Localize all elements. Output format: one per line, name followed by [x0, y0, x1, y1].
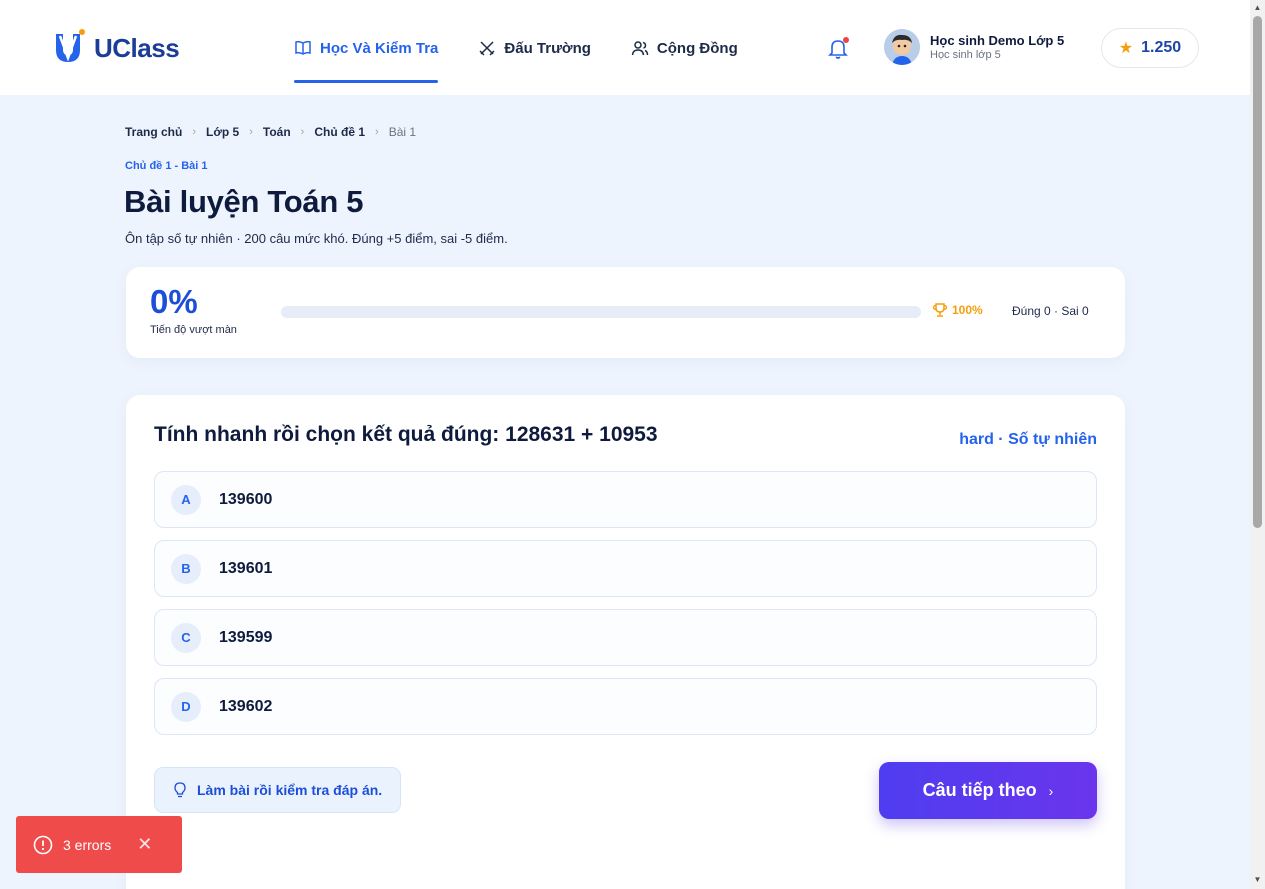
points-badge[interactable]: ★ 1.250	[1101, 28, 1199, 68]
option-value: 139599	[219, 628, 273, 646]
user-role: Học sinh lớp 5	[930, 49, 1001, 61]
star-icon: ★	[1118, 40, 1134, 57]
breadcrumb-item-home[interactable]: Trang chủ	[125, 125, 182, 139]
uclass-logo[interactable]: UClass	[52, 28, 180, 68]
option-value: 139601	[219, 559, 273, 577]
notification-bell-icon[interactable]	[828, 36, 850, 60]
uclass-logo-icon	[56, 29, 85, 62]
progress-bar	[281, 306, 921, 318]
lesson-kicker: Chủ đề 1 - Bài 1	[125, 160, 208, 172]
goal-value: 100%	[952, 303, 983, 317]
scroll-down-arrow-icon[interactable]: ▼	[1253, 875, 1262, 884]
avatar	[884, 29, 920, 65]
progress-card: 0% Tiến độ vượt màn 100% Đúng 0 · Sai 0	[126, 267, 1125, 358]
breadcrumb-item-grade[interactable]: Lớp 5	[206, 125, 239, 139]
answer-option-b[interactable]: B 139601	[154, 540, 1097, 597]
hint-box: Làm bài rồi kiểm tra đáp án.	[154, 767, 402, 813]
question-text: Tính nhanh rồi chọn kết quả đúng: 128631…	[154, 423, 658, 446]
option-letter: D	[171, 691, 201, 722]
option-letter: C	[171, 622, 201, 653]
book-icon	[295, 40, 311, 55]
option-value: 139600	[219, 490, 273, 508]
trophy-icon	[932, 303, 948, 317]
chevron-right-icon: ›	[249, 126, 253, 138]
nav-community[interactable]: Cộng Đồng	[631, 36, 738, 60]
question-meta: hard · Số tự nhiên	[959, 431, 1097, 448]
top-navigation-bar: UClass Học Và Kiểm Tra Đấu Trường Cộng Đ…	[0, 0, 1250, 95]
option-value: 139602	[219, 697, 273, 715]
points-value: 1.250	[1141, 39, 1182, 56]
logo-text: UClass	[94, 32, 180, 63]
goal-indicator: 100%	[932, 302, 983, 318]
progress-label: Tiến độ vượt màn	[150, 324, 237, 336]
breadcrumb-item-topic[interactable]: Chủ đề 1	[314, 125, 365, 139]
page-subtitle: Ôn tập số tự nhiên · 200 câu mức khó. Đú…	[125, 231, 508, 246]
chevron-right-icon: ›	[300, 126, 305, 138]
user-name: Học sinh Demo Lớp 5	[930, 33, 1065, 48]
next-question-button[interactable]: Câu tiếp theo ›	[879, 762, 1097, 819]
option-letter: B	[171, 553, 201, 584]
nav-arena[interactable]: Đấu Trường	[478, 36, 591, 60]
next-question-label: Câu tiếp theo	[922, 780, 1037, 800]
users-icon	[631, 41, 649, 56]
main-nav: Học Và Kiểm Tra Đấu Trường Cộng Đồng	[294, 36, 778, 83]
error-count: 3 errors	[63, 836, 112, 853]
swords-icon	[479, 41, 495, 56]
error-toast[interactable]: 3 errors ✕	[16, 816, 182, 873]
score-summary: Đúng 0 · Sai 0	[1012, 304, 1089, 318]
answer-option-a[interactable]: A 139600	[154, 471, 1097, 528]
hint-text: Làm bài rồi kiểm tra đáp án.	[197, 782, 383, 798]
alert-circle-icon	[33, 835, 53, 854]
question-card: Tính nhanh rồi chọn kết quả đúng: 128631…	[126, 395, 1125, 889]
breadcrumb: Trang chủ › Lớp 5 › Toán › Chủ đề 1 › Bà…	[125, 125, 416, 139]
option-letter: A	[171, 484, 201, 515]
breadcrumb-item-lesson: Bài 1	[388, 125, 417, 139]
breadcrumb-item-subject[interactable]: Toán	[263, 125, 291, 139]
nav-learn-and-test[interactable]: Học Và Kiểm Tra	[294, 36, 439, 83]
nav-label: Cộng Đồng	[656, 39, 738, 57]
chevron-right-icon: ›	[375, 126, 379, 138]
nav-label: Đấu Trường	[504, 39, 591, 57]
vertical-scrollbar[interactable]: ▲ ▼	[1250, 0, 1265, 889]
chevron-right-icon: ›	[192, 126, 197, 138]
nav-label: Học Và Kiểm Tra	[320, 39, 439, 57]
scrollbar-thumb[interactable]	[1253, 16, 1262, 528]
close-icon[interactable]: ✕	[137, 834, 152, 855]
page-title: Bài luyện Toán 5	[124, 184, 364, 219]
chevron-right-icon: ›	[1048, 782, 1054, 799]
progress-percent: 0%	[150, 283, 198, 320]
answer-option-c[interactable]: C 139599	[154, 609, 1097, 666]
scroll-up-arrow-icon[interactable]: ▲	[1253, 3, 1262, 12]
lightbulb-icon	[174, 782, 186, 798]
answer-option-d[interactable]: D 139602	[154, 678, 1097, 735]
user-profile[interactable]: Học sinh Demo Lớp 5 Học sinh lớp 5	[884, 29, 1064, 65]
